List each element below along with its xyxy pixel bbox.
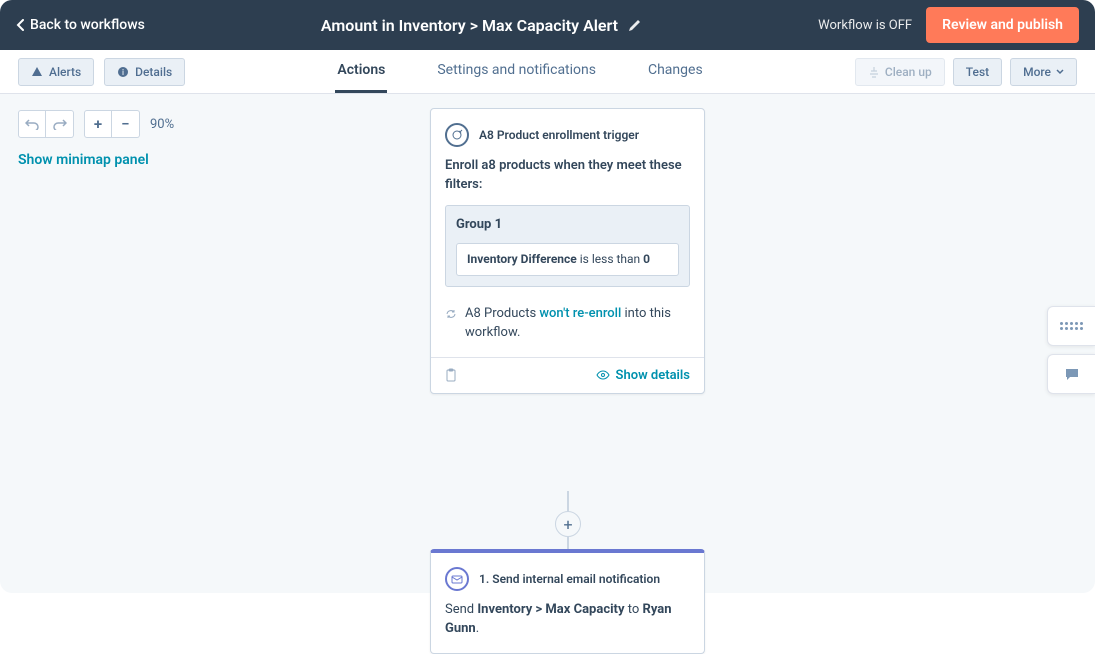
svg-text:i: i xyxy=(122,68,124,77)
redo-icon xyxy=(53,118,67,130)
details-button[interactable]: i Details xyxy=(104,58,185,86)
filter-group-1[interactable]: Group 1 Inventory Difference is less tha… xyxy=(445,205,690,287)
chevron-left-icon xyxy=(16,19,24,31)
workflow-canvas[interactable]: + − 90% Show minimap panel A8 Product en… xyxy=(0,94,1095,593)
workflow-status: Workflow is OFF xyxy=(818,18,912,33)
workflow-title: Amount in Inventory > Max Capacity Alert xyxy=(321,16,618,35)
grid-icon xyxy=(1060,322,1083,330)
action-subject: Inventory > Max Capacity xyxy=(477,602,624,617)
title-area: Amount in Inventory > Max Capacity Alert xyxy=(145,16,818,35)
filter-item[interactable]: Inventory Difference is less than 0 xyxy=(456,243,679,276)
show-details-link[interactable]: Show details xyxy=(596,368,690,383)
trigger-body: Enroll a8 products when they meet these … xyxy=(431,157,704,357)
more-label: More xyxy=(1023,65,1051,79)
show-minimap-link[interactable]: Show minimap panel xyxy=(18,152,149,168)
action-mid: to xyxy=(625,602,643,617)
action-header: 1. Send internal email notification xyxy=(431,553,704,601)
zoom-in-button[interactable]: + xyxy=(84,110,112,138)
action-body: Send Inventory > Max Capacity to Ryan Gu… xyxy=(431,601,704,653)
enrollment-trigger-card[interactable]: A8 Product enrollment trigger Enroll a8 … xyxy=(430,108,705,394)
info-icon: i xyxy=(117,66,129,78)
show-details-label: Show details xyxy=(616,368,690,383)
alerts-label: Alerts xyxy=(49,65,81,79)
alerts-button[interactable]: Alerts xyxy=(18,58,94,86)
zoom-level: 90% xyxy=(150,117,174,132)
trigger-intro: Enroll a8 products when they meet these … xyxy=(445,157,690,195)
back-to-workflows-link[interactable]: Back to workflows xyxy=(16,17,145,33)
back-label: Back to workflows xyxy=(30,17,145,33)
chevron-down-icon xyxy=(1056,69,1064,75)
zoom-out-button[interactable]: − xyxy=(112,110,140,138)
action-email-card[interactable]: 1. Send internal email notification Send… xyxy=(430,549,705,654)
history-group xyxy=(18,110,74,138)
alert-icon xyxy=(31,66,43,78)
nav-bar: Alerts i Details Actions Settings and no… xyxy=(0,50,1095,94)
action-prefix: Send xyxy=(445,602,477,617)
reenroll-note: A8 Products won't re-enroll into this wo… xyxy=(445,305,690,343)
filter-value: 0 xyxy=(643,252,650,266)
nav-tabs: Actions Settings and notifications Chang… xyxy=(185,50,855,93)
action-title: 1. Send internal email notification xyxy=(479,572,660,586)
eye-icon xyxy=(596,370,610,380)
tab-actions[interactable]: Actions xyxy=(335,50,387,93)
zoom-group: + − xyxy=(84,110,140,138)
refresh-icon xyxy=(445,308,457,320)
topbar-right: Workflow is OFF Review and publish xyxy=(818,7,1079,43)
reenroll-link[interactable]: won't re-enroll xyxy=(539,306,621,321)
email-icon xyxy=(445,567,469,591)
undo-icon xyxy=(25,118,39,130)
edit-title-icon[interactable] xyxy=(628,18,642,32)
add-step-button[interactable]: + xyxy=(555,511,581,537)
filter-field: Inventory Difference xyxy=(467,252,577,266)
filter-op: is less than xyxy=(577,252,643,266)
trigger-header: A8 Product enrollment trigger xyxy=(431,109,704,157)
tab-settings[interactable]: Settings and notifications xyxy=(435,50,598,93)
action-end: . xyxy=(476,621,479,636)
more-button[interactable]: More xyxy=(1010,58,1077,86)
side-rail xyxy=(1047,306,1095,394)
review-publish-button[interactable]: Review and publish xyxy=(926,7,1079,43)
rail-grid-button[interactable] xyxy=(1047,306,1095,346)
trigger-title: A8 Product enrollment trigger xyxy=(479,128,639,142)
nav-right: Clean up Test More xyxy=(855,58,1077,86)
clipboard-icon[interactable] xyxy=(445,368,457,382)
test-button[interactable]: Test xyxy=(953,58,1002,86)
cleanup-icon xyxy=(868,66,880,78)
trigger-icon xyxy=(445,123,469,147)
chat-icon xyxy=(1064,367,1080,381)
rail-chat-button[interactable] xyxy=(1047,354,1095,394)
nav-left: Alerts i Details xyxy=(18,58,185,86)
tab-changes[interactable]: Changes xyxy=(646,50,705,93)
reenroll-prefix: A8 Products xyxy=(465,306,539,321)
undo-button[interactable] xyxy=(18,110,46,138)
cleanup-label: Clean up xyxy=(885,65,932,79)
canvas-toolbar: + − 90% xyxy=(18,110,174,138)
redo-button[interactable] xyxy=(46,110,74,138)
cleanup-button[interactable]: Clean up xyxy=(855,58,945,86)
details-label: Details xyxy=(135,65,172,79)
trigger-footer: Show details xyxy=(431,357,704,393)
top-bar: Back to workflows Amount in Inventory > … xyxy=(0,0,1095,50)
group-label: Group 1 xyxy=(456,216,679,235)
